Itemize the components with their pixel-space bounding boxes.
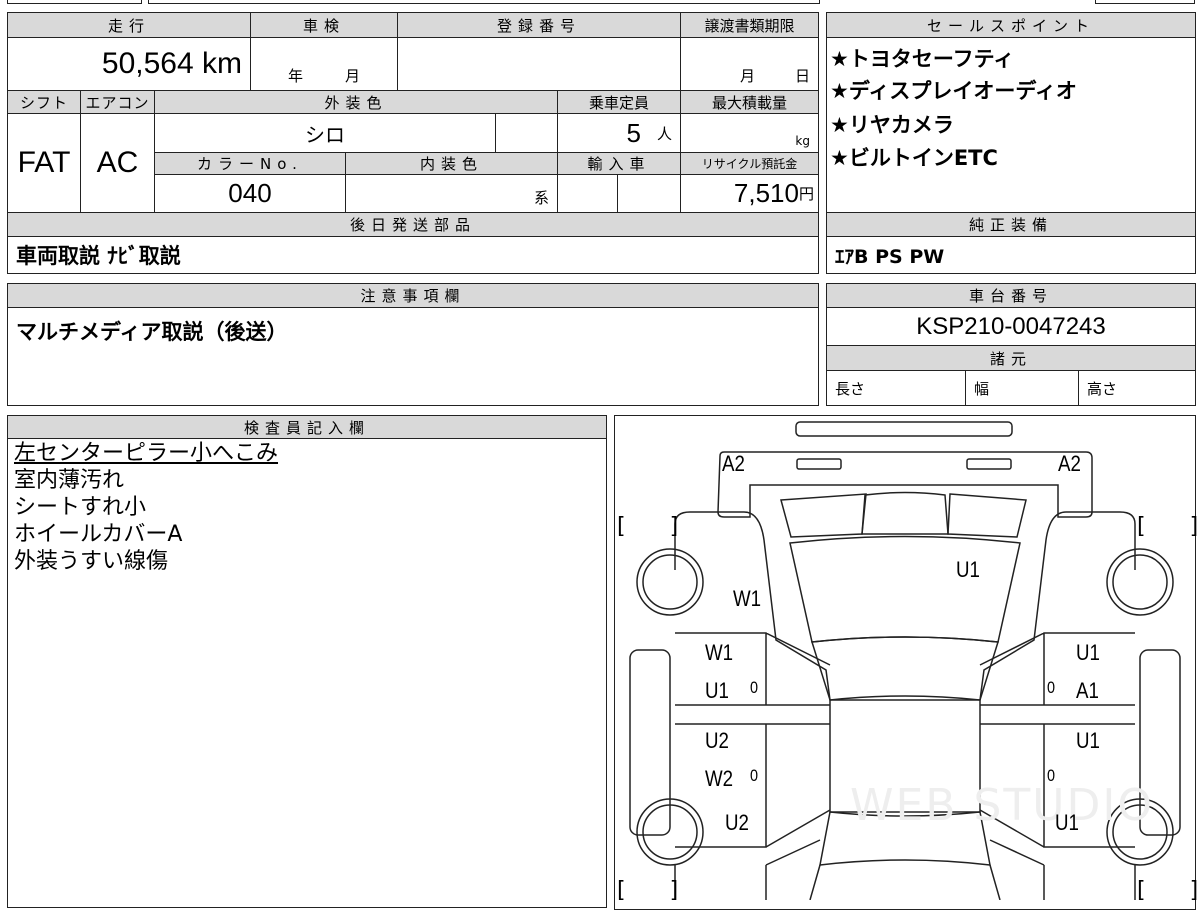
mark-right-rear-door: U1 bbox=[1076, 728, 1100, 753]
watermark: WEB STUDIO bbox=[850, 780, 1154, 831]
left-step bbox=[629, 649, 671, 836]
mark-right-front-door: U1 bbox=[1076, 640, 1100, 665]
grille bbox=[861, 491, 949, 535]
trunk bbox=[809, 864, 1001, 900]
mark-front-right-bumper: A2 bbox=[1058, 451, 1081, 476]
mark-left-rear-door: U2 bbox=[705, 728, 729, 753]
mark-hood: U1 bbox=[956, 557, 980, 582]
headlight-right bbox=[966, 458, 1012, 470]
mark-right-rear-door: 0 bbox=[1047, 766, 1056, 785]
tire-bracket-front-left: [ ] bbox=[617, 514, 679, 539]
mark-left-rear-fender: U2 bbox=[725, 810, 749, 835]
tire-bracket-front-right: [ ] bbox=[1137, 514, 1199, 539]
mark-right-rear-fender: U1 bbox=[1055, 810, 1079, 835]
mark-left-front-door: 0 bbox=[750, 678, 759, 697]
wheel-front-left bbox=[642, 554, 698, 610]
mark-front-left-bumper: A2 bbox=[722, 451, 745, 476]
mark-right-front-door: A1 bbox=[1076, 678, 1099, 703]
fog-left bbox=[780, 493, 867, 538]
mark-left-rear-door: 0 bbox=[750, 766, 759, 785]
roof-bar bbox=[795, 421, 1013, 437]
car-diagram-outline bbox=[629, 421, 1181, 900]
mark-right-front-door: 0 bbox=[1047, 678, 1056, 697]
wheel-front-right bbox=[1112, 554, 1168, 610]
mark-left-front-fender: W1 bbox=[733, 586, 762, 611]
front-bumper bbox=[717, 451, 1093, 518]
tire-bracket-rear-right: [ ] bbox=[1137, 878, 1199, 903]
windshield bbox=[811, 636, 999, 701]
tire-bracket-rear-left: [ ] bbox=[617, 878, 679, 903]
mark-left-rear-door: W2 bbox=[705, 766, 734, 791]
mark-left-front-door: U1 bbox=[705, 678, 729, 703]
headlight-left bbox=[796, 458, 842, 470]
hood bbox=[789, 535, 1021, 643]
mark-left-front-door: W1 bbox=[705, 640, 734, 665]
fog-right bbox=[947, 493, 1027, 538]
rear-fenders bbox=[674, 839, 1136, 900]
